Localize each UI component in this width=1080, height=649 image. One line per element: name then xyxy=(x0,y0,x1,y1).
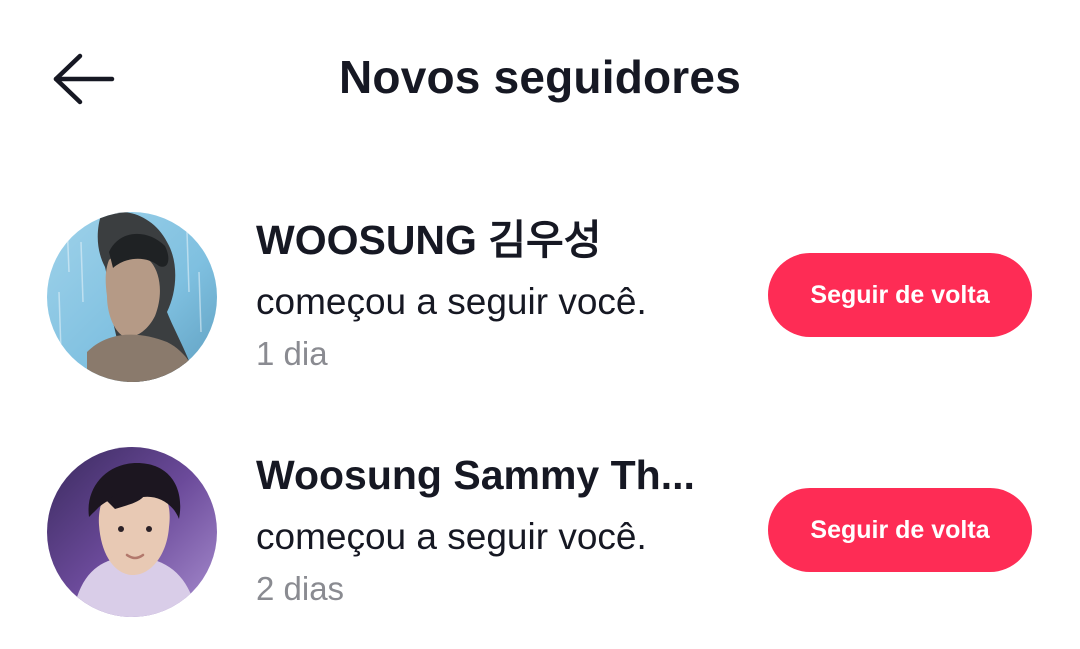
avatar[interactable] xyxy=(47,447,217,617)
follower-row[interactable]: Woosung Sammy Th... começou a seguir voc… xyxy=(0,435,1080,635)
follower-info: Woosung Sammy Th... começou a seguir voc… xyxy=(256,449,746,611)
header-bar: Novos seguidores xyxy=(0,0,1080,160)
avatar[interactable] xyxy=(47,212,217,382)
activity-text: começou a seguir você. xyxy=(256,281,647,322)
activity-text: começou a seguir você. xyxy=(256,516,647,557)
timestamp: 1 dia xyxy=(256,335,328,372)
follower-row[interactable]: WOOSUNG 김우성 começou a seguir você. 1 dia… xyxy=(0,200,1080,400)
follow-back-button[interactable]: Seguir de volta xyxy=(768,253,1032,337)
username[interactable]: WOOSUNG 김우성 xyxy=(256,214,746,266)
follower-info: WOOSUNG 김우성 começou a seguir você. 1 dia xyxy=(256,214,746,376)
timestamp: 2 dias xyxy=(256,570,345,607)
username[interactable]: Woosung Sammy Th... xyxy=(256,449,746,501)
follow-back-button[interactable]: Seguir de volta xyxy=(768,488,1032,572)
page-title: Novos seguidores xyxy=(339,51,741,103)
